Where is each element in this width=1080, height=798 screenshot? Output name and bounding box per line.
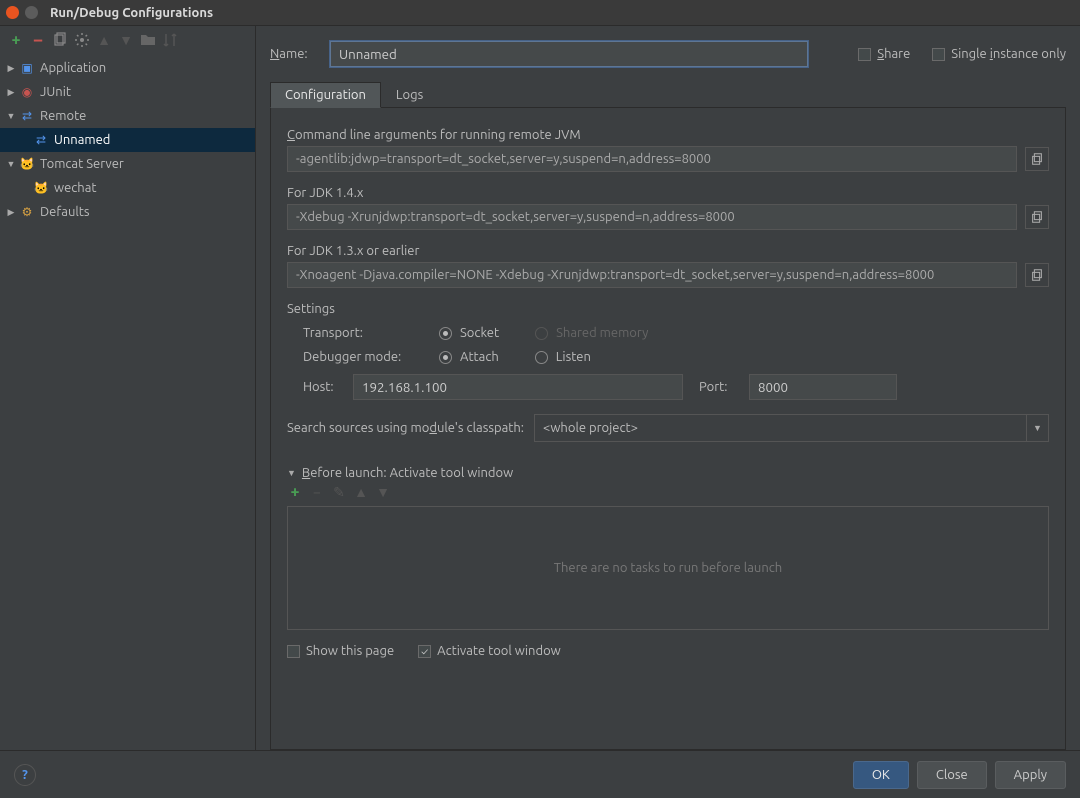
copy-icon[interactable] <box>1025 147 1049 171</box>
radio-on-icon <box>439 327 452 340</box>
defaults-icon: ⚙ <box>18 204 36 220</box>
sidebar: + − ▲ ▼ ▶ ▣ Application ▶ <box>0 26 256 750</box>
window-close-icon[interactable] <box>6 6 19 19</box>
activate-tool-window-checkbox[interactable]: ✓ Activate tool window <box>418 644 561 658</box>
checkbox-checked-icon: ✓ <box>418 645 431 658</box>
name-input[interactable] <box>330 41 808 67</box>
window-title: Run/Debug Configurations <box>50 6 213 20</box>
add-config-icon[interactable]: + <box>8 32 24 48</box>
settings-icon[interactable] <box>74 32 90 48</box>
radio-on-icon <box>439 351 452 364</box>
jdk14-field[interactable]: -Xdebug -Xrunjdwp:transport=dt_socket,se… <box>287 204 1017 230</box>
config-tree: ▶ ▣ Application ▶ ◉ JUnit ▼ ⇄ Remote ⇄ U… <box>0 54 255 750</box>
transport-socket-radio[interactable]: Socket <box>439 326 499 340</box>
remove-task-icon[interactable]: − <box>309 484 325 500</box>
tree-item-defaults[interactable]: ▶ ⚙ Defaults <box>0 200 255 224</box>
tomcat-icon: 🐱 <box>18 156 36 172</box>
main-panel: Name: Share Single instance only Configu… <box>256 26 1080 750</box>
chevron-right-icon: ▶ <box>4 207 18 218</box>
help-icon[interactable]: ? <box>14 764 36 786</box>
empty-tasks-text: There are no tasks to run before launch <box>554 561 782 575</box>
remove-config-icon[interactable]: − <box>30 32 46 48</box>
folder-icon[interactable] <box>140 32 156 48</box>
single-instance-checkbox[interactable]: Single instance only <box>932 47 1066 61</box>
chevron-down-icon: ▼ <box>1026 415 1048 441</box>
cmd-args-field[interactable]: -agentlib:jdwp=transport=dt_socket,serve… <box>287 146 1017 172</box>
add-task-icon[interactable]: + <box>287 484 303 500</box>
tree-item-application[interactable]: ▶ ▣ Application <box>0 56 255 80</box>
sidebar-toolbar: + − ▲ ▼ <box>0 26 255 54</box>
mode-attach-radio[interactable]: Attach <box>439 350 499 364</box>
port-input[interactable] <box>749 374 897 400</box>
configuration-panel: Command line arguments for running remot… <box>270 108 1066 750</box>
radio-off-icon <box>535 351 548 364</box>
before-launch-title: Before launch: Activate tool window <box>302 466 513 480</box>
tab-configuration[interactable]: Configuration <box>270 82 381 108</box>
tree-item-unnamed[interactable]: ⇄ Unnamed <box>0 128 255 152</box>
move-down-icon[interactable]: ▼ <box>118 32 134 48</box>
show-this-page-checkbox[interactable]: Show this page <box>287 644 394 658</box>
transport-shared-radio: Shared memory <box>535 326 648 340</box>
apply-button[interactable]: Apply <box>995 761 1066 789</box>
tomcat-icon: 🐱 <box>32 180 50 196</box>
tabs: Configuration Logs <box>270 82 1066 108</box>
chevron-down-icon: ▼ <box>4 111 18 121</box>
checkbox-icon <box>932 48 945 61</box>
application-icon: ▣ <box>18 60 36 76</box>
mode-listen-radio[interactable]: Listen <box>535 350 591 364</box>
checkbox-icon <box>858 48 871 61</box>
tree-item-junit[interactable]: ▶ ◉ JUnit <box>0 80 255 104</box>
tree-item-wechat[interactable]: 🐱 wechat <box>0 176 255 200</box>
share-label: Share <box>877 47 910 61</box>
cmd-args-label: Command line arguments for running remot… <box>287 128 1049 142</box>
ok-button[interactable]: OK <box>853 761 909 789</box>
copy-icon[interactable] <box>1025 205 1049 229</box>
junit-icon: ◉ <box>18 84 36 100</box>
jdk13-field[interactable]: -Xnoagent -Djava.compiler=NONE -Xdebug -… <box>287 262 1017 288</box>
copy-config-icon[interactable] <box>52 32 68 48</box>
remote-icon: ⇄ <box>18 108 36 124</box>
name-label: Name: <box>270 47 318 61</box>
chevron-right-icon: ▶ <box>4 87 18 98</box>
move-down-icon[interactable]: ▼ <box>375 484 391 500</box>
single-instance-label: Single instance only <box>951 47 1066 61</box>
checkbox-icon <box>287 645 300 658</box>
settings-label: Settings <box>287 302 1049 316</box>
close-button[interactable]: Close <box>917 761 987 789</box>
host-label: Host: <box>303 380 343 394</box>
module-classpath-label: Search sources using module's classpath: <box>287 421 524 435</box>
tree-item-remote[interactable]: ▼ ⇄ Remote <box>0 104 255 128</box>
tab-logs[interactable]: Logs <box>381 82 438 107</box>
dialog-footer: ? OK Close Apply <box>0 750 1080 798</box>
radio-off-icon <box>535 327 548 340</box>
chevron-down-icon: ▼ <box>4 159 18 169</box>
move-up-icon[interactable]: ▲ <box>353 484 369 500</box>
remote-icon: ⇄ <box>32 132 50 148</box>
sort-icon[interactable] <box>162 32 178 48</box>
jdk13-label: For JDK 1.3.x or earlier <box>287 244 1049 258</box>
chevron-down-icon[interactable]: ▼ <box>287 468 296 478</box>
debugger-mode-label: Debugger mode: <box>303 350 423 364</box>
host-input[interactable] <box>353 374 683 400</box>
transport-label: Transport: <box>303 326 423 340</box>
copy-icon[interactable] <box>1025 263 1049 287</box>
move-up-icon[interactable]: ▲ <box>96 32 112 48</box>
chevron-right-icon: ▶ <box>4 63 18 74</box>
before-launch-list: There are no tasks to run before launch <box>287 506 1049 630</box>
share-checkbox[interactable]: Share <box>858 47 910 61</box>
edit-task-icon[interactable]: ✎ <box>331 484 347 500</box>
tree-item-tomcat[interactable]: ▼ 🐱 Tomcat Server <box>0 152 255 176</box>
jdk14-label: For JDK 1.4.x <box>287 186 1049 200</box>
module-classpath-combo[interactable]: <whole project> ▼ <box>534 414 1049 442</box>
titlebar: Run/Debug Configurations <box>0 0 1080 26</box>
port-label: Port: <box>699 380 739 394</box>
window-minimize-icon[interactable] <box>25 6 38 19</box>
